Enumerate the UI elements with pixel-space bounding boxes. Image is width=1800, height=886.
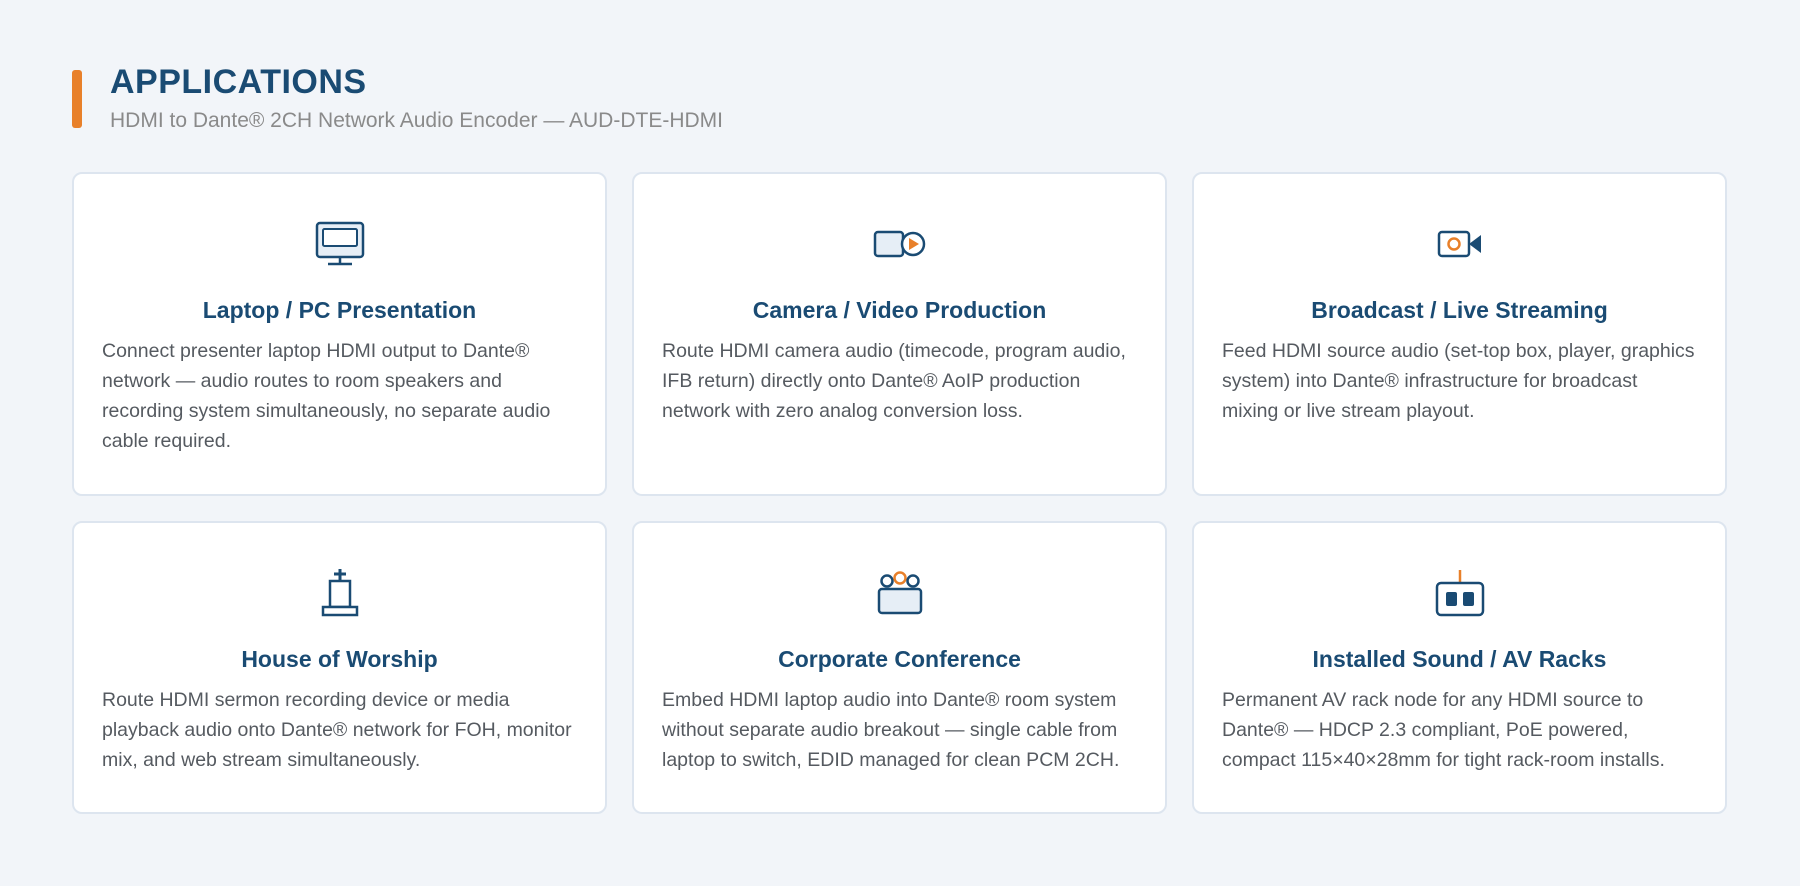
card-title: Laptop / PC Presentation <box>202 297 477 323</box>
application-card-broadcast: Broadcast / Live Streaming Feed HDMI sou… <box>1192 172 1727 496</box>
card-description: Permanent AV rack node for any HDMI sour… <box>1222 689 1665 771</box>
accent-bar <box>72 70 82 128</box>
av-rack-device-icon <box>1222 569 1697 617</box>
church-cross-icon <box>102 569 577 617</box>
header-text: APPLICATIONS HDMI to Dante® 2CH Network … <box>110 62 723 134</box>
applications-grid: Laptop / PC Presentation Connect present… <box>72 172 1728 814</box>
application-card-conference: Corporate Conference Embed HDMI laptop a… <box>632 521 1167 814</box>
card-description: Feed HDMI source audio (set-top box, pla… <box>1222 340 1695 422</box>
page-title: APPLICATIONS <box>110 63 367 101</box>
application-card-worship: House of Worship Route HDMI sermon recor… <box>72 521 607 814</box>
page-header: APPLICATIONS HDMI to Dante® 2CH Network … <box>72 62 723 134</box>
card-description: Connect presenter laptop HDMI output to … <box>102 340 551 452</box>
monitor-icon <box>102 220 577 268</box>
video-camera-play-icon <box>662 220 1137 268</box>
card-title: House of Worship <box>241 646 438 672</box>
card-description: Route HDMI camera audio (timecode, progr… <box>662 340 1126 422</box>
conference-table-icon <box>662 569 1137 617</box>
page-subtitle: HDMI to Dante® 2CH Network Audio Encoder… <box>110 109 723 132</box>
application-card-av-rack: Installed Sound / AV Racks Permanent AV … <box>1192 521 1727 814</box>
card-description: Route HDMI sermon recording device or me… <box>102 689 572 771</box>
application-card-laptop: Laptop / PC Presentation Connect present… <box>72 172 607 496</box>
application-card-camera: Camera / Video Production Route HDMI cam… <box>632 172 1167 496</box>
card-title: Broadcast / Live Streaming <box>1311 297 1608 323</box>
card-title: Camera / Video Production <box>752 297 1047 323</box>
card-title: Corporate Conference <box>778 646 1021 672</box>
card-title: Installed Sound / AV Racks <box>1312 646 1607 672</box>
broadcast-camera-icon <box>1222 220 1697 268</box>
card-description: Embed HDMI laptop audio into Dante® room… <box>662 689 1120 771</box>
